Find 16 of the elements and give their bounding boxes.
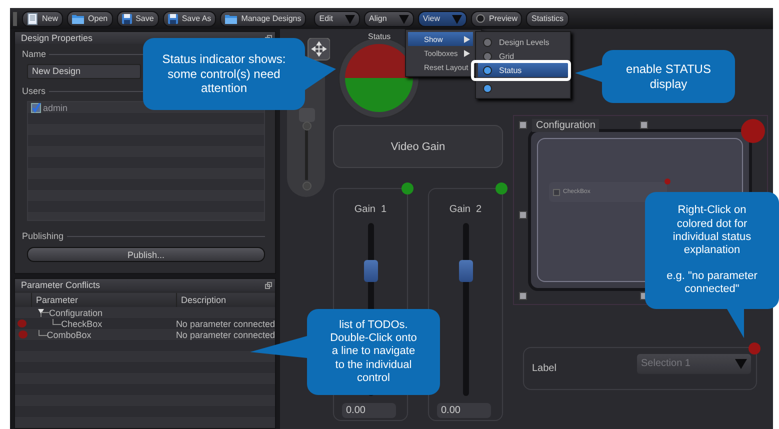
section-label: Publishing — [22, 231, 64, 241]
help-tooltip: enable STATUS display — [602, 50, 735, 103]
group-title: Configuration — [532, 119, 600, 132]
help-tooltip: Right-Click on colored dot for individual status explanation e.g. "no parameter connected" — [645, 192, 779, 309]
table-cell: No parameter connected — [176, 318, 275, 328]
combo-label: Label — [532, 363, 556, 374]
status-label: Status — [368, 32, 391, 41]
section-label: Name — [22, 49, 46, 59]
help-tooltip: Status indicator shows: some control(s) need attention — [143, 38, 305, 110]
slider-label: Gain 1 — [353, 204, 388, 215]
section-label: Users — [22, 86, 46, 96]
slider-label: Gain 2 — [448, 204, 483, 215]
panel-title: Parameter Conflicts — [21, 280, 100, 290]
help-tooltip: list of TODOs. Double-Click onto a line to navigate to the individual control — [307, 309, 440, 395]
panel-title: Design Properties — [21, 33, 93, 43]
table-cell: No parameter connected — [176, 330, 275, 340]
